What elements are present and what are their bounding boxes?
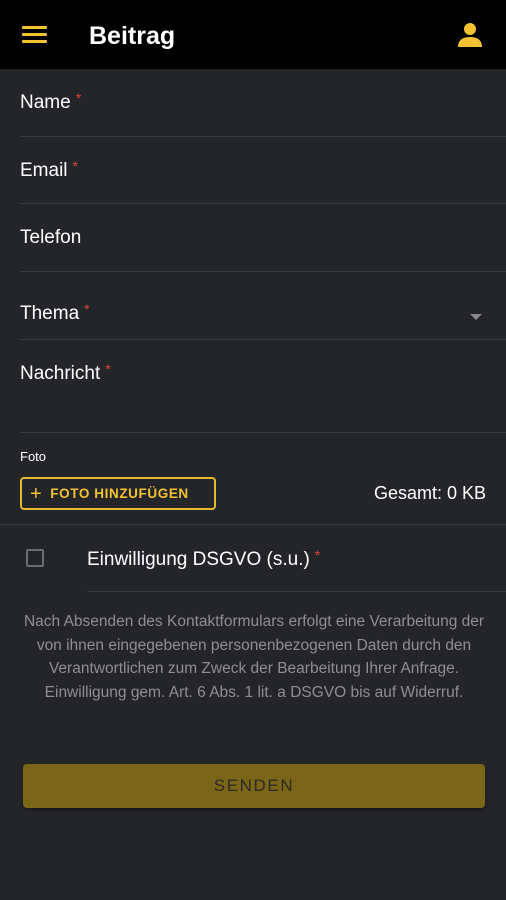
message-field[interactable]: Nachricht *: [20, 340, 506, 433]
add-photo-button[interactable]: + FOTO HINZUFÜGEN: [20, 477, 216, 510]
photo-section-label: Foto: [20, 449, 47, 464]
required-marker: *: [314, 547, 321, 563]
phone-label: Telefon: [20, 227, 82, 248]
email-label: Email *: [20, 158, 78, 181]
consent-label[interactable]: Einwilligung DSGVO (s.u.) *: [87, 547, 321, 572]
email-field[interactable]: Email *: [20, 137, 506, 205]
app-bar: Beitrag: [0, 0, 506, 69]
required-marker: *: [84, 301, 90, 317]
required-marker: *: [72, 158, 78, 174]
plus-icon: +: [30, 482, 43, 505]
consent-checkbox[interactable]: [26, 549, 44, 567]
message-underline: [20, 432, 506, 433]
add-photo-label: FOTO HINZUFÜGEN: [50, 486, 189, 501]
section-divider: [0, 524, 506, 525]
topic-select[interactable]: Thema *: [20, 272, 506, 340]
send-button[interactable]: SENDEN: [23, 764, 485, 808]
phone-field[interactable]: Telefon: [20, 204, 506, 272]
consent-underline: [87, 591, 506, 592]
name-label: Name *: [20, 90, 82, 113]
required-marker: *: [105, 361, 111, 377]
message-label: Nachricht *: [20, 361, 111, 384]
hamburger-menu-icon[interactable]: [22, 26, 47, 44]
required-marker: *: [75, 90, 82, 106]
user-account-icon[interactable]: [456, 22, 484, 48]
page-title: Beitrag: [89, 22, 176, 50]
photo-total-size: Gesamt: 0 KB: [373, 483, 486, 503]
dropdown-arrow-icon[interactable]: [470, 314, 482, 320]
privacy-notice: Nach Absenden des Kontaktformulars erfol…: [23, 613, 485, 701]
name-field[interactable]: Name *: [20, 69, 506, 137]
topic-label: Thema *: [20, 301, 90, 324]
